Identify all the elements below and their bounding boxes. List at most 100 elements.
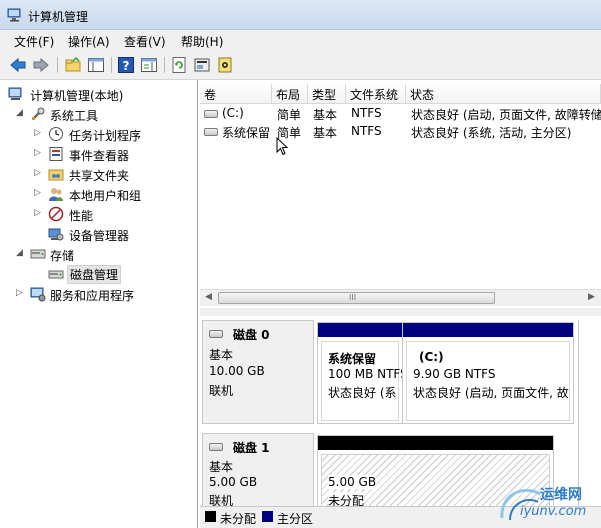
volume-name: (C:) [222, 106, 244, 120]
unallocated-swatch [205, 511, 216, 522]
storage-icon [30, 249, 46, 259]
column-header-type[interactable]: 类型 [308, 84, 346, 104]
volume-filesystem: NTFS [351, 124, 382, 138]
performance-icon [48, 206, 64, 222]
column-header-filesystem[interactable]: 文件系统 [346, 84, 406, 104]
disk-icon [209, 330, 223, 338]
up-folder-icon[interactable] [64, 56, 82, 74]
toolbar-separator [57, 57, 58, 73]
scroll-left-icon[interactable]: ◀ [205, 292, 212, 302]
scroll-thumb[interactable]: III [218, 292, 495, 304]
tree-label: 服务和应用程序 [50, 289, 135, 303]
collapsed-arrow-icon[interactable]: ▷ [34, 188, 41, 198]
help-icon[interactable]: ? [117, 56, 135, 74]
legend-primary: 主分区 [277, 512, 314, 526]
disk-1-label[interactable]: 磁盘 1 基本 5.00 GB 联机 [202, 433, 314, 506]
primary-swatch [262, 511, 273, 522]
column-header-layout[interactable]: 布局 [272, 84, 308, 104]
partition-c-drive[interactable]: (C:) 9.90 GB NTFS 状态良好 (启动, 页面文件, 故 [402, 322, 574, 424]
event-viewer-icon [49, 147, 63, 161]
watermark-brand: 运维网 [540, 487, 582, 503]
title-bar[interactable]: 计算机管理 [0, 0, 601, 30]
window-title: 计算机管理 [28, 10, 89, 24]
partition-system-reserved[interactable]: 系统保留 100 MB NTFS 状态良好 (系 [317, 322, 408, 424]
partition-name: (C:) [419, 350, 444, 364]
watermark-url: iyunv.com [520, 504, 587, 519]
volume-type: 基本 [313, 108, 338, 122]
back-icon[interactable] [9, 56, 27, 74]
volume-name: 系统保留 [222, 126, 271, 140]
refresh-icon[interactable] [170, 56, 188, 74]
shared-folder-icon [48, 169, 64, 181]
disk-size: 5.00 GB [209, 475, 258, 489]
watermark-logo: 运维网 iyunv.com [496, 476, 601, 526]
volume-layout: 简单 [277, 108, 302, 122]
tree-label: 计算机管理(本地) [30, 89, 124, 103]
expanded-arrow-icon[interactable]: ◢ [16, 108, 23, 118]
legend-unallocated: 未分配 [220, 512, 257, 526]
tree-label: 共享文件夹 [69, 169, 130, 183]
tree-label: 设备管理器 [69, 229, 130, 243]
collapsed-arrow-icon[interactable]: ▷ [16, 288, 23, 298]
tree-label: 任务计划程序 [69, 129, 142, 143]
disk-status: 联机 [209, 494, 234, 506]
column-header-status[interactable]: 状态 [406, 84, 601, 104]
collapsed-arrow-icon[interactable]: ▷ [34, 148, 41, 158]
expanded-arrow-icon[interactable]: ◢ [16, 248, 23, 258]
mouse-cursor-icon [276, 137, 288, 156]
disk-management-icon [48, 270, 64, 279]
device-manager-icon [48, 228, 64, 241]
clock-icon [49, 127, 63, 141]
tree-label: 系统工具 [50, 109, 99, 123]
collapsed-arrow-icon[interactable]: ▷ [34, 168, 41, 178]
scroll-right-icon[interactable]: ▶ [588, 292, 595, 302]
tree-label: 磁盘管理 [67, 265, 122, 284]
users-icon [49, 188, 63, 201]
partition-name: 系统保留 [328, 352, 377, 366]
scroll-grip: III [349, 293, 357, 302]
menu-help[interactable]: 帮助(H) [181, 33, 223, 50]
partition-status: 未分配 [328, 492, 365, 506]
toolbar: ? [0, 50, 601, 80]
pane-splitter[interactable] [200, 308, 601, 316]
volume-icon [204, 110, 218, 118]
unallocated-bar [318, 436, 553, 450]
disk-0-label[interactable]: 磁盘 0 基本 10.00 GB 联机 [202, 320, 314, 424]
settings-icon[interactable] [216, 56, 234, 74]
volume-status: 状态良好 (系统, 活动, 主分区) [411, 126, 572, 140]
computer-icon [8, 87, 22, 100]
volume-icon [204, 128, 218, 136]
toolbar-separator [164, 57, 165, 73]
show-tree-icon[interactable] [87, 56, 105, 74]
services-icon [30, 287, 46, 302]
disk-size: 10.00 GB [209, 364, 265, 378]
tree-label: 存储 [50, 249, 75, 263]
collapsed-arrow-icon[interactable]: ▷ [34, 128, 41, 138]
disk-name: 磁盘 0 [233, 328, 270, 342]
column-header-volume[interactable]: 卷 [200, 84, 272, 104]
navigation-tree: 计算机管理(本地) ◢ 系统工具 ▷ 任务计划程序 ▷ 事件查看器 ▷ 共享文件… [0, 80, 198, 528]
tree-label: 事件查看器 [69, 149, 130, 163]
action-pane-icon[interactable] [140, 56, 158, 74]
partition-detail: 9.90 GB NTFS [413, 367, 496, 381]
menu-file[interactable]: 文件(F) [14, 33, 54, 50]
disk-status: 联机 [209, 384, 234, 398]
tree-label: 性能 [69, 209, 94, 223]
svg-text:?: ? [123, 59, 130, 73]
forward-icon[interactable] [32, 56, 50, 74]
volume-type: 基本 [313, 126, 338, 140]
volume-list: 卷 布局 类型 文件系统 状态 (C:) 简单 基本 NTFS 状态良好 (启动… [200, 80, 601, 308]
disk-type: 基本 [209, 348, 234, 362]
menu-view[interactable]: 查看(V) [124, 33, 166, 50]
volume-status: 状态良好 (启动, 页面文件, 故障转储 [411, 108, 601, 122]
properties-icon[interactable] [193, 56, 211, 74]
primary-partition-bar [318, 323, 402, 337]
collapsed-arrow-icon[interactable]: ▷ [34, 208, 41, 218]
horizontal-scrollbar[interactable]: ◀ III ▶ [200, 289, 601, 306]
disk-type: 基本 [209, 460, 234, 474]
menu-bar: 文件(F) 操作(A) 查看(V) 帮助(H) [0, 30, 601, 50]
primary-partition-bar [403, 323, 573, 337]
menu-action[interactable]: 操作(A) [68, 33, 110, 50]
partition-status: 状态良好 (系 [328, 386, 397, 400]
tools-icon [32, 107, 45, 120]
